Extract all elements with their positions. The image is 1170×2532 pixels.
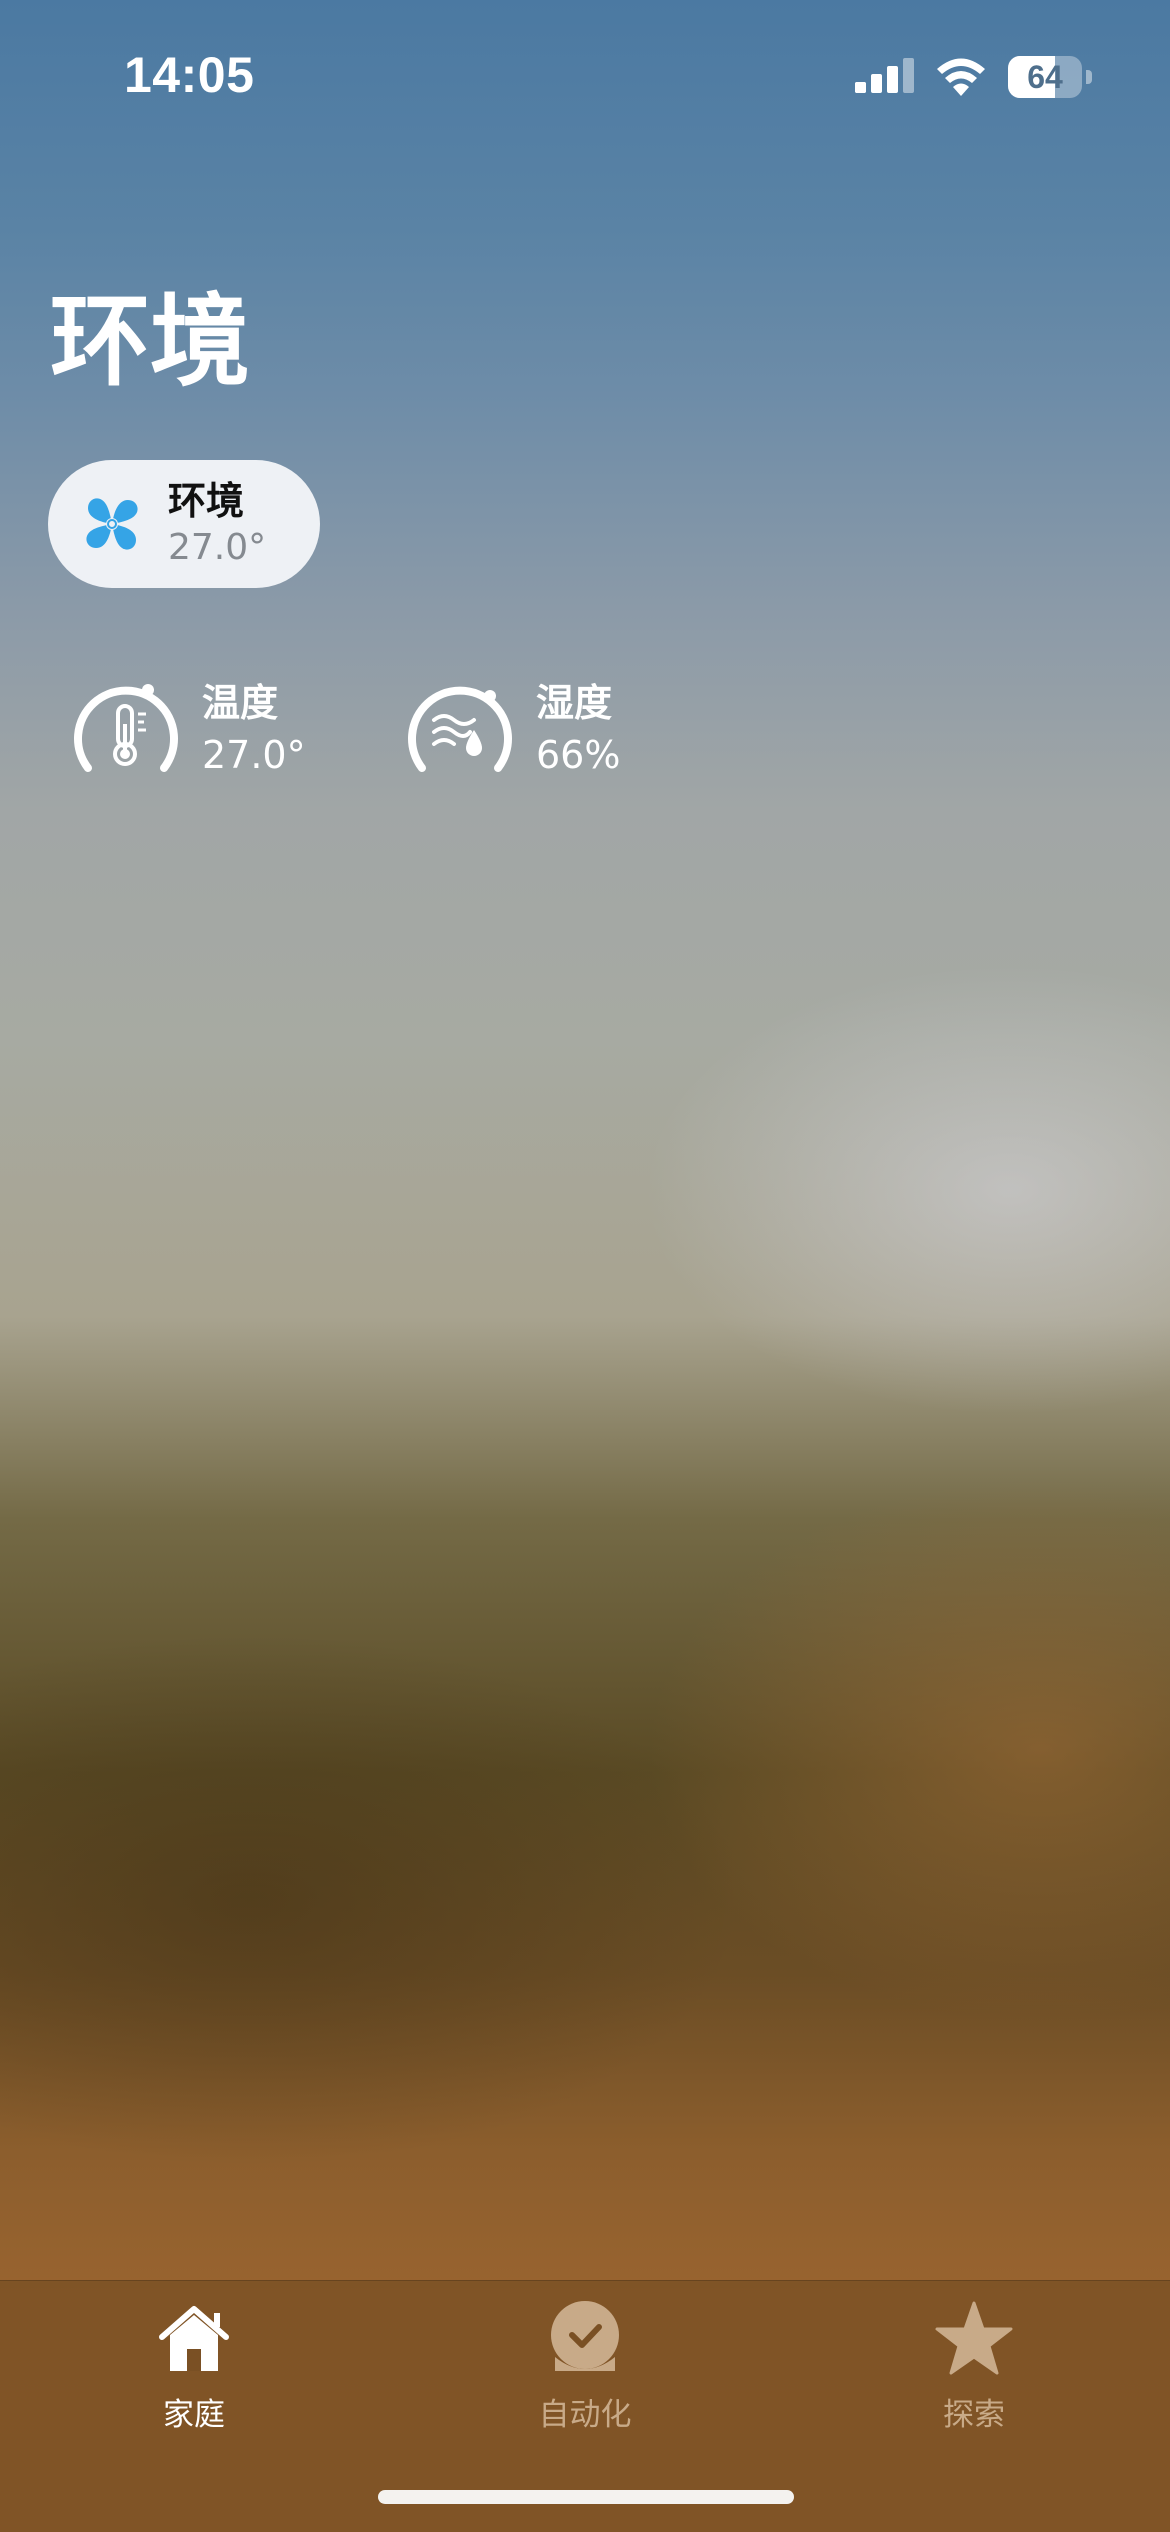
house-icon xyxy=(159,2306,229,2371)
battery-tip xyxy=(1086,70,1092,84)
tab-home-label: 家庭 xyxy=(163,2397,225,2433)
automation-clock-icon xyxy=(551,2301,619,2371)
humidity-label: 湿度 xyxy=(536,681,613,725)
tab-home[interactable]: 家庭 xyxy=(84,2299,304,2439)
page-title: 环境 xyxy=(50,283,250,400)
tab-discover-label: 探索 xyxy=(943,2397,1005,2433)
cellular-signal-icon xyxy=(855,58,914,93)
room-name: 环境 xyxy=(168,479,245,523)
status-time: 14:05 xyxy=(124,47,255,103)
temperature-value: 27.0° xyxy=(202,733,306,777)
battery-indicator: 64 xyxy=(1008,56,1092,98)
fan-icon xyxy=(86,498,138,550)
battery-level: 64 xyxy=(1027,59,1063,95)
humidity-value: 66% xyxy=(536,733,621,777)
temperature-label: 温度 xyxy=(202,681,279,725)
humidity-icon xyxy=(408,686,512,772)
wifi-icon xyxy=(937,58,985,96)
home-app-screen: 14:05 64 环境 环境 27.0° 温度 27.0° 湿度 66% 家庭 … xyxy=(0,0,1170,2532)
room-tile[interactable]: 环境 27.0° xyxy=(48,460,320,588)
room-temperature: 27.0° xyxy=(168,527,267,568)
tab-automation[interactable]: 自动化 xyxy=(475,2299,695,2439)
battery-body: 64 xyxy=(1008,56,1082,98)
home-indicator[interactable] xyxy=(378,2490,794,2504)
temperature-sensor[interactable]: 温度 27.0° xyxy=(70,676,330,786)
thermometer-icon xyxy=(74,684,178,772)
tab-automation-label: 自动化 xyxy=(538,2397,632,2433)
star-icon xyxy=(935,2301,1013,2375)
tab-discover[interactable]: 探索 xyxy=(864,2299,1084,2439)
humidity-sensor[interactable]: 湿度 66% xyxy=(404,676,664,786)
